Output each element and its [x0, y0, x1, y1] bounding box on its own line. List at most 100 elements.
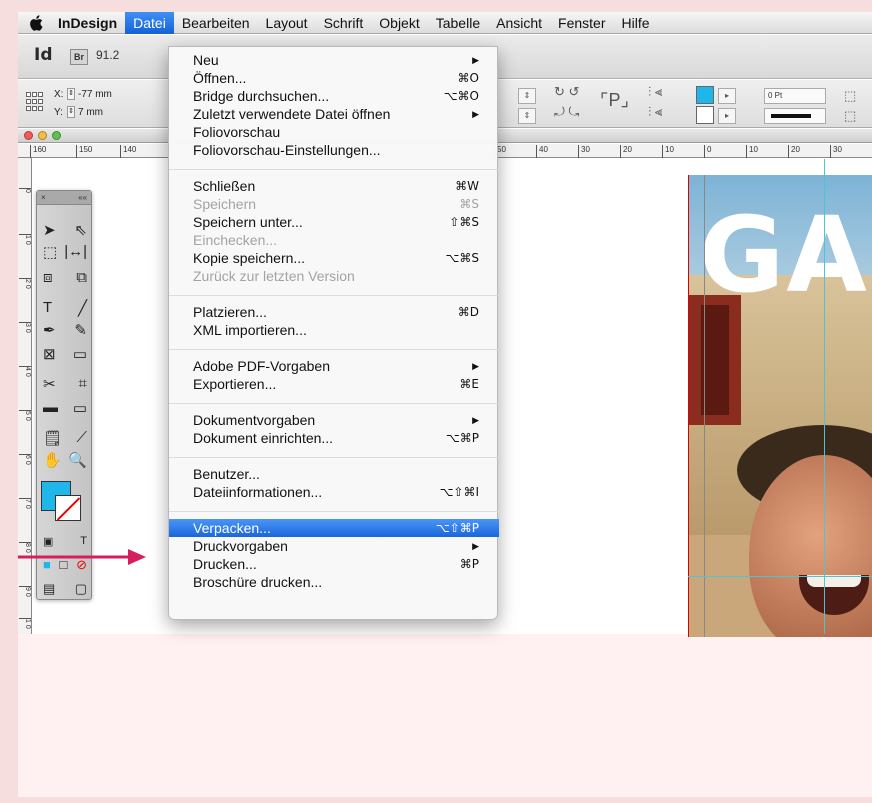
menu-item-foliovorschau-einstellungen[interactable]: Foliovorschau-Einstellungen... — [169, 141, 499, 159]
menu-item-dokumentvorgaben[interactable]: Dokumentvorgaben ▶ — [169, 411, 499, 429]
rectangle-frame-icon[interactable]: ⊠ — [43, 345, 56, 363]
selection-tool-icon[interactable]: ➤ — [43, 221, 56, 239]
tools-panel-header[interactable]: × «« — [37, 191, 91, 205]
menu-objekt[interactable]: Objekt — [371, 12, 427, 34]
frame-fitting-icon[interactable]: ⬚ — [844, 88, 856, 104]
fill-menu-arrow-icon[interactable]: ▸ — [718, 88, 736, 104]
flip-icon[interactable]: ⤾ ⤿ — [554, 104, 579, 120]
x-label: X: — [54, 88, 64, 100]
hand-tool-icon[interactable]: ✋ — [43, 451, 62, 469]
menu-item-foliovorschau[interactable]: Foliovorschau — [169, 123, 499, 141]
close-panel-icon[interactable]: × — [41, 193, 46, 202]
ruler-tick: 3 0 — [19, 322, 31, 333]
note-tool-icon[interactable]: 🗒 — [43, 429, 62, 447]
fill-stroke-control[interactable] — [41, 481, 87, 527]
free-transform-icon[interactable]: ⌗ — [79, 375, 87, 393]
menu-bearbeiten[interactable]: Bearbeiten — [174, 12, 258, 34]
menu-item-kopie-speichern[interactable]: Kopie speichern... ⌥⌘S — [169, 249, 499, 267]
menu-item-benutzer[interactable]: Benutzer... — [169, 465, 499, 483]
page-photo[interactable]: GA — [688, 175, 872, 637]
stroke-type-select[interactable] — [764, 108, 826, 124]
zoom-level[interactable]: 91.2 — [96, 48, 119, 62]
close-window-icon[interactable] — [24, 131, 33, 140]
gradient-swatch-icon[interactable]: ▬ — [43, 399, 58, 417]
stroke-menu-arrow-icon[interactable]: ▸ — [718, 108, 736, 124]
menu-item-einchecken: Einchecken... — [193, 232, 278, 248]
menu-ansicht[interactable]: Ansicht — [488, 12, 550, 34]
ruler-tick: 10 — [662, 145, 674, 158]
menu-item-broschuere-drucken[interactable]: Broschüre drucken... — [169, 573, 499, 591]
menu-item-oeffnen[interactable]: Öffnen... ⌘O — [169, 69, 499, 87]
menu-item-dateiinformationen[interactable]: Dateiinformationen... ⌥⇧⌘I — [169, 483, 499, 501]
zoom-tool-icon[interactable]: 🔍 — [68, 451, 87, 469]
menubar-app-name[interactable]: InDesign — [54, 12, 125, 34]
stroke-weight-field[interactable]: 0 Pt — [764, 88, 826, 104]
y-value[interactable]: 7 mm — [78, 107, 103, 118]
ruler-tick: 150 — [76, 145, 92, 158]
line-tool-icon[interactable]: ╱ — [78, 299, 87, 317]
rectangle-tool-icon[interactable]: ▭ — [73, 345, 87, 363]
menu-item-exportieren[interactable]: Exportieren... ⌘E — [169, 375, 499, 393]
ruler-tick: 40 — [536, 145, 548, 158]
distribute-icon[interactable]: ⫶ ⫷ — [648, 104, 662, 120]
y-stepper[interactable]: ⇕ — [67, 106, 75, 118]
menu-item-xml-importieren[interactable]: XML importieren... — [169, 321, 499, 339]
collapse-panel-icon[interactable]: «« — [78, 193, 87, 202]
menu-item-zuletzt-verwendet[interactable]: Zuletzt verwendete Datei öffnen ▶ — [169, 105, 499, 123]
content-placer-icon[interactable]: ⧉ — [76, 269, 87, 286]
zoom-window-icon[interactable] — [52, 131, 61, 140]
stroke-swatch-icon[interactable] — [55, 495, 81, 521]
bridge-button[interactable]: Br — [70, 49, 88, 65]
menu-item-dokument-einrichten[interactable]: Dokument einrichten... ⌥⌘P — [169, 429, 499, 447]
pencil-tool-icon[interactable]: ✎ — [74, 321, 87, 339]
dropdown-arrow-icon[interactable]: ⇕ — [518, 88, 536, 104]
minimize-window-icon[interactable] — [38, 131, 47, 140]
frame-fitting-icon[interactable]: ⬚ — [844, 108, 856, 124]
menu-item-drucken[interactable]: Drucken... ⌘P — [169, 555, 499, 573]
menu-item-druckvorgaben[interactable]: Druckvorgaben ▶ — [169, 537, 499, 555]
menu-datei[interactable]: Datei — [125, 12, 174, 34]
menu-item-speichern-unter[interactable]: Speichern unter... ⇧⌘S — [169, 213, 499, 231]
fill-swatch[interactable] — [696, 86, 714, 104]
stroke-swatch[interactable] — [696, 106, 714, 124]
menu-tabelle[interactable]: Tabelle — [428, 12, 488, 34]
gradient-feather-icon[interactable]: ▭ — [73, 399, 87, 417]
menu-item-verpacken[interactable]: Verpacken... ⌥⇧⌘P — [169, 519, 499, 537]
dropdown-arrow-icon[interactable]: ⇕ — [518, 108, 536, 124]
menu-layout[interactable]: Layout — [258, 12, 316, 34]
scissors-tool-icon[interactable]: ✂ — [43, 375, 56, 393]
x-position-field[interactable]: X: ⇕ -77 mm — [54, 88, 112, 100]
reference-point-icon[interactable] — [26, 92, 44, 112]
vertical-ruler[interactable]: 0 1 0 2 0 3 0 4 0 5 0 6 0 7 0 8 0 9 0 1 … — [18, 158, 32, 648]
eyedropper-icon[interactable]: ⟋ — [76, 429, 87, 447]
direct-selection-icon[interactable]: ⇖ — [74, 221, 87, 239]
page-headline[interactable]: GA — [699, 203, 869, 307]
apple-menu-icon[interactable] — [18, 14, 54, 31]
ruler-tick: 7 0 — [19, 498, 31, 509]
x-stepper[interactable]: ⇕ — [67, 88, 75, 100]
menu-separator — [169, 349, 499, 350]
screen-mode-icon[interactable]: ▢ — [75, 581, 87, 597]
menu-fenster[interactable]: Fenster — [550, 12, 613, 34]
pen-tool-icon[interactable]: ✒ — [43, 321, 56, 339]
menu-schrift[interactable]: Schrift — [316, 12, 372, 34]
menu-item-bridge-durchsuchen[interactable]: Bridge durchsuchen... ⌥⌘O — [169, 87, 499, 105]
content-collector-icon[interactable]: ⧈ — [43, 269, 53, 286]
page-tool-icon[interactable]: ⬚ — [43, 243, 57, 261]
paragraph-frame-icon[interactable]: ⌜P⌟ — [600, 90, 629, 111]
rotate-icon[interactable]: ↻ ↺ — [554, 84, 579, 100]
align-icon[interactable]: ⫶ ⫷ — [648, 84, 662, 100]
menu-item-adobe-pdf-vorgaben[interactable]: Adobe PDF-Vorgaben ▶ — [169, 357, 499, 375]
y-position-field[interactable]: Y: ⇕ 7 mm — [54, 106, 103, 118]
ruler-guide[interactable] — [824, 159, 825, 634]
menu-item-schliessen[interactable]: Schließen ⌘W — [169, 177, 499, 195]
normal-view-icon[interactable]: ▤ — [43, 581, 55, 597]
menu-separator — [169, 457, 499, 458]
x-value[interactable]: -77 mm — [78, 89, 112, 100]
menu-item-platzieren[interactable]: Platzieren... ⌘D — [169, 303, 499, 321]
menu-item-neu[interactable]: Neu ▶ — [169, 51, 499, 69]
menu-hilfe[interactable]: Hilfe — [614, 12, 658, 34]
ruler-guide[interactable] — [688, 576, 872, 577]
gap-tool-icon[interactable]: |↔| — [64, 243, 87, 261]
type-tool-icon[interactable]: T — [43, 299, 52, 317]
